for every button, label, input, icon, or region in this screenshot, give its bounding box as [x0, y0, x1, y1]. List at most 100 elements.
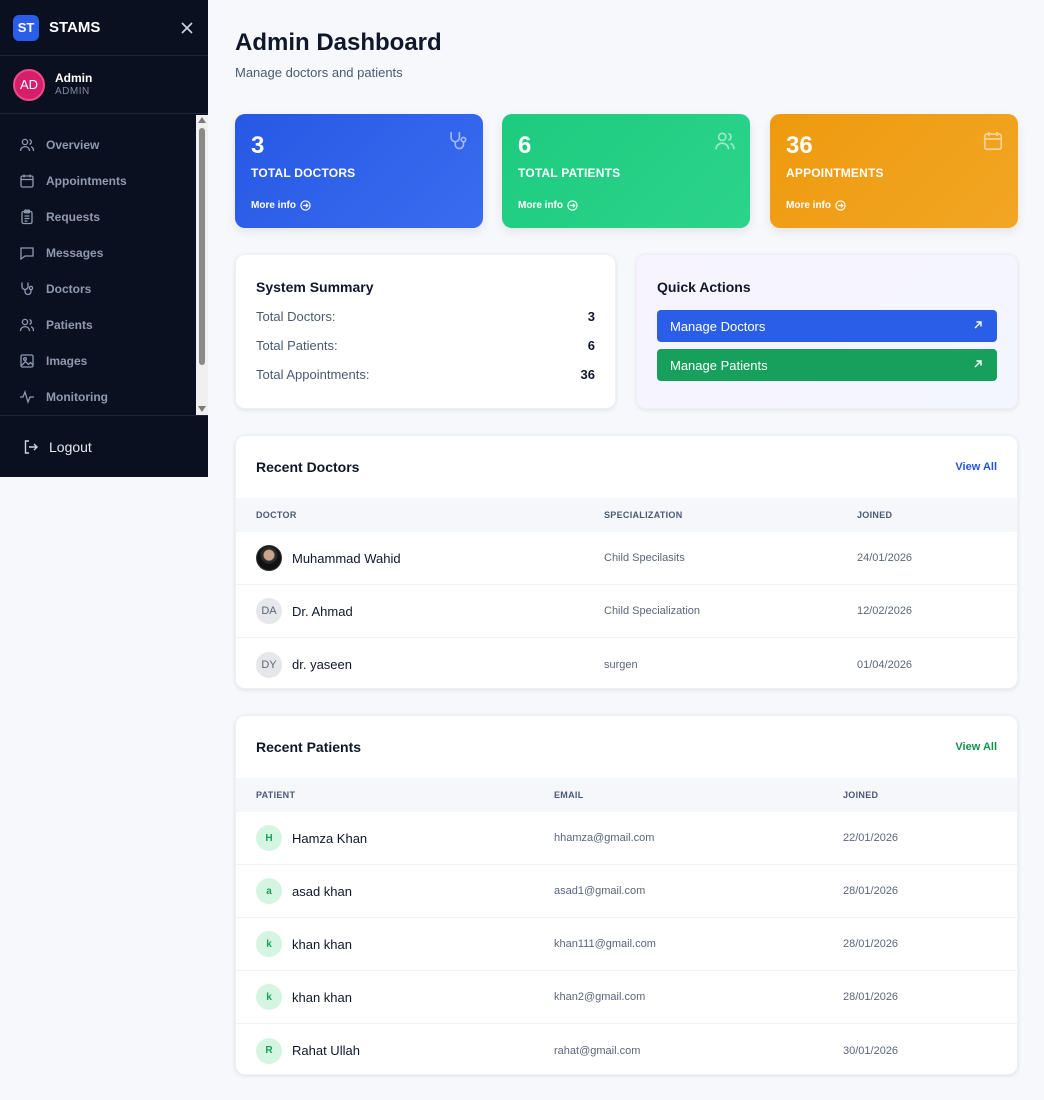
specialization: surgen: [604, 658, 638, 671]
summary-row: Total Appointments: 36: [256, 367, 595, 382]
more-info-link[interactable]: More info: [251, 200, 311, 211]
system-summary-card: System Summary Total Doctors: 3 Total Pa…: [235, 254, 616, 409]
close-sidebar-button[interactable]: [179, 20, 195, 36]
avatar: a: [256, 878, 282, 904]
view-all-patients-link[interactable]: View All: [955, 741, 997, 753]
table-row[interactable]: Muhammad Wahid Child Specilasits 24/01/2…: [236, 532, 1017, 585]
summary-row: Total Patients: 6: [256, 338, 595, 353]
joined-date: 28/01/2026: [843, 885, 899, 897]
user-role: ADMIN: [55, 85, 90, 97]
brand-bar: ST STAMS: [0, 0, 208, 56]
doctor-name: Dr. Ahmad: [292, 603, 353, 619]
manage-doctors-button[interactable]: Manage Doctors: [657, 310, 997, 342]
avatar: H: [256, 825, 282, 851]
summary-value: 6: [587, 338, 595, 353]
sidebar-item-appointments[interactable]: Appointments: [0, 163, 196, 199]
patient-name: khan khan: [292, 936, 352, 952]
avatar: k: [256, 984, 282, 1010]
sidebar-item-requests[interactable]: Requests: [0, 199, 196, 235]
doctor-name: dr. yaseen: [292, 657, 352, 672]
sidebar-item-patients[interactable]: Patients: [0, 307, 196, 343]
joined-date: 22/01/2026: [843, 832, 899, 844]
recent-patients-title: Recent Patients: [256, 739, 362, 755]
stat-card-appointments: 36 APPOINTMENTS More info: [770, 114, 1018, 228]
avatar: R: [256, 1037, 282, 1064]
sidebar-nav: Overview Appointments Requests Messages …: [0, 115, 196, 415]
sidebar-scrollbar[interactable]: [196, 115, 208, 415]
avatar: AD: [13, 68, 45, 101]
table-row[interactable]: k khan khan khan2@gmail.com 28/01/2026: [236, 971, 1017, 1024]
stat-value: 6: [518, 132, 532, 159]
stat-label: TOTAL DOCTORS: [251, 166, 356, 180]
arrow-circle-right-icon: [567, 200, 578, 211]
summary-title: System Summary: [256, 279, 374, 295]
joined-date: 28/01/2026: [843, 991, 899, 1003]
users-icon: [19, 137, 35, 153]
stethoscope-icon: [19, 281, 35, 297]
sidebar-item-label: Patients: [46, 318, 93, 332]
joined-date: 12/02/2026: [857, 605, 913, 617]
clipboard-icon: [19, 209, 35, 225]
arrow-up-right-icon: [974, 321, 982, 329]
stat-label: APPOINTMENTS: [786, 166, 884, 180]
patient-email: khan2@gmail.com: [554, 991, 646, 1003]
joined-date: 30/01/2026: [843, 1044, 899, 1057]
column-header: JOINED: [857, 510, 893, 520]
table-row[interactable]: H Hamza Khan hhamza@gmail.com 22/01/2026: [236, 812, 1017, 865]
specialization: Child Specialization: [604, 605, 700, 617]
calendar-icon: [19, 173, 35, 189]
patient-name: Rahat Ullah: [292, 1043, 360, 1058]
user-name: Admin: [55, 70, 93, 85]
summary-label: Total Appointments:: [256, 367, 370, 382]
recent-doctors-card: Recent Doctors View All DOCTOR SPECIALIZ…: [235, 435, 1018, 689]
scroll-thumb[interactable]: [199, 128, 205, 365]
sidebar-item-images[interactable]: Images: [0, 343, 196, 379]
view-all-doctors-link[interactable]: View All: [955, 461, 997, 473]
more-info-link[interactable]: More info: [518, 200, 578, 211]
sidebar-item-monitoring[interactable]: Monitoring: [0, 379, 196, 415]
arrow-circle-right-icon: [300, 200, 311, 211]
sidebar-item-label: Messages: [46, 246, 104, 260]
more-info-link[interactable]: More info: [786, 200, 846, 211]
sidebar-item-label: Images: [46, 354, 88, 368]
button-label: Manage Doctors: [670, 318, 766, 334]
users-icon: [715, 132, 735, 150]
image-icon: [19, 353, 35, 369]
column-header: DOCTOR: [256, 510, 297, 520]
table-row[interactable]: k khan khan khan111@gmail.com 28/01/2026: [236, 918, 1017, 971]
quick-actions-title: Quick Actions: [657, 279, 751, 295]
scroll-down-icon[interactable]: [198, 406, 206, 412]
user-profile[interactable]: AD Admin ADMIN: [0, 56, 208, 114]
recent-doctors-title: Recent Doctors: [256, 459, 360, 475]
table-header: PATIENT EMAIL JOINED: [236, 778, 1017, 812]
table-header: DOCTOR SPECIALIZATION JOINED: [236, 498, 1017, 532]
stat-value: 36: [786, 132, 813, 159]
sidebar-item-messages[interactable]: Messages: [0, 235, 196, 271]
patient-email: rahat@gmail.com: [554, 1044, 641, 1057]
arrow-up-right-icon: [974, 360, 982, 368]
column-header: PATIENT: [256, 790, 296, 800]
sidebar-item-label: Overview: [46, 138, 100, 152]
sidebar-item-label: Requests: [46, 210, 101, 224]
joined-date: 01/04/2026: [857, 658, 913, 671]
table-row[interactable]: DY dr. yaseen surgen 01/04/2026: [236, 638, 1017, 688]
sidebar-item-doctors[interactable]: Doctors: [0, 271, 196, 307]
table-row[interactable]: DA Dr. Ahmad Child Specialization 12/02/2…: [236, 585, 1017, 638]
avatar: k: [256, 931, 282, 957]
brand-logo: ST: [13, 14, 39, 41]
more-info-label: More info: [786, 200, 831, 211]
logout-button[interactable]: Logout: [0, 415, 208, 477]
stat-value: 3: [251, 132, 265, 159]
sidebar-item-overview[interactable]: Overview: [0, 127, 196, 163]
table-row[interactable]: a asad khan asad1@gmail.com 28/01/2026: [236, 865, 1017, 918]
calendar-icon: [983, 132, 1003, 151]
patient-name: asad khan: [292, 883, 352, 899]
arrow-circle-right-icon: [835, 200, 846, 211]
joined-date: 28/01/2026: [843, 938, 899, 950]
manage-patients-button[interactable]: Manage Patients: [657, 349, 997, 381]
more-info-label: More info: [518, 200, 563, 211]
logout-icon: [23, 439, 39, 455]
scroll-up-icon[interactable]: [198, 117, 206, 123]
brand-name: STAMS: [49, 19, 101, 36]
table-row[interactable]: R Rahat Ullah rahat@gmail.com 30/01/2026: [236, 1024, 1017, 1074]
